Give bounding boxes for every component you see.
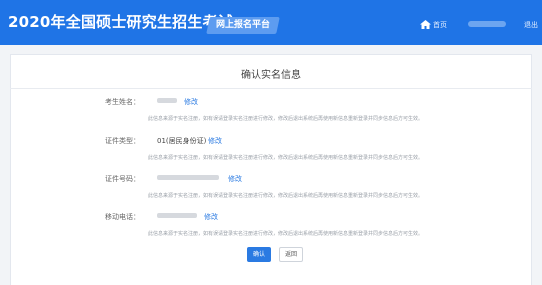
edit-mobile-link[interactable]: 修改: [204, 212, 218, 222]
field-hint-id-type: 此信息来源于实名注册，如有误请登录实名注册进行修改，修改后退出系统后再使用新信息…: [148, 155, 424, 161]
platform-tag: 网上报名平台: [206, 17, 280, 34]
field-label-mobile: 移动电话：: [105, 213, 140, 221]
logout-link[interactable]: 退出: [524, 20, 538, 30]
field-hint-name: 此信息来源于实名注册，如有误请登录实名注册进行修改，修改后退出系统后再使用新信息…: [148, 116, 424, 122]
user-name-redacted: [468, 21, 506, 27]
site-title: 2020年全国硕士研究生招生考试: [8, 13, 233, 31]
page-title: 确认实名信息: [241, 70, 301, 81]
platform-tag-label: 网上报名平台: [215, 20, 270, 30]
home-link[interactable]: 首页: [433, 20, 447, 30]
confirm-button[interactable]: 确认: [247, 247, 271, 262]
field-label-name: 考生姓名：: [105, 98, 140, 106]
top-header: 2020年全国硕士研究生招生考试 网上报名平台 首页 退出: [0, 0, 542, 45]
edit-id-type-link[interactable]: 修改: [208, 136, 222, 146]
field-hint-id-number: 此信息来源于实名注册，如有误请登录实名注册进行修改，修改后退出系统后再使用新信息…: [148, 193, 424, 199]
home-icon[interactable]: [420, 20, 431, 29]
mobile-value-redacted: [157, 213, 197, 218]
id-type-value: 01(居民身份证): [157, 137, 207, 145]
title-divider: [10, 88, 532, 89]
edit-name-link[interactable]: 修改: [184, 97, 198, 107]
name-value-redacted: [157, 98, 177, 103]
field-label-id-number: 证件号码：: [105, 175, 140, 183]
id-number-value-redacted: [157, 175, 219, 180]
back-button[interactable]: 返回: [279, 247, 303, 262]
field-label-id-type: 证件类型：: [105, 137, 140, 145]
field-hint-mobile: 此信息来源于实名注册，如有误请登录实名注册进行修改，修改后退出系统后再使用新信息…: [148, 231, 424, 237]
edit-id-number-link[interactable]: 修改: [228, 174, 242, 184]
